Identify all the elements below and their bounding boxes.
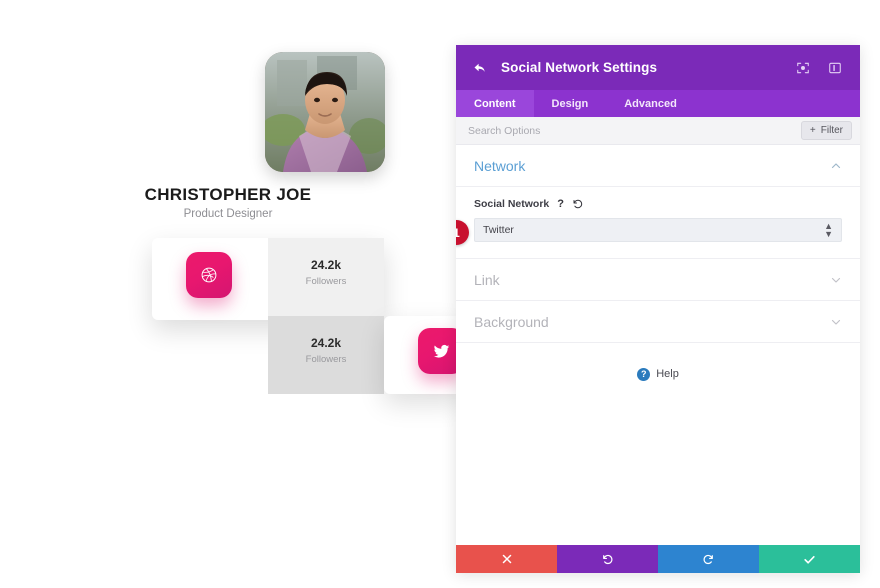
person-name: CHRISTOPHER JOE (144, 185, 312, 204)
plus-icon: + (809, 125, 816, 136)
question-circle-icon: ? (637, 367, 651, 381)
avatar (265, 52, 385, 172)
target-glyph (797, 62, 809, 73)
dribbble-icon-tile[interactable] (186, 252, 232, 298)
stat-number: 24.2k (310, 336, 342, 350)
tab-content[interactable]: Content (456, 90, 534, 117)
layout-toggle-glyph (829, 62, 841, 73)
twitter-icon (433, 344, 449, 358)
help-link[interactable]: ? Help (456, 343, 860, 405)
save-button[interactable] (759, 545, 860, 573)
section-title-background: Background (474, 313, 549, 330)
settings-panel: Social Network Settings Content Design A… (456, 45, 860, 573)
question-mark-icon[interactable]: ? (557, 198, 564, 210)
check-icon (804, 555, 815, 564)
section-header-background[interactable]: Background (456, 301, 860, 343)
stat-followers-top: 24.2k Followers (268, 258, 384, 287)
chevron-updown-icon: ▲ ▼ (824, 221, 833, 239)
dribbble-icon (201, 267, 217, 283)
chevron-down-icon (830, 274, 842, 286)
undo-reset-glyph (573, 199, 583, 209)
panel-body: Network Social Network ? Twitter ▲ ▼ 1 L… (456, 145, 860, 545)
help-label: Help (656, 368, 679, 380)
social-network-field: Social Network ? Twitter ▲ ▼ 1 (456, 187, 860, 259)
section-header-network[interactable]: Network (456, 145, 860, 187)
search-input[interactable] (466, 123, 726, 138)
undo-reset-icon[interactable] (572, 198, 584, 210)
chevron-down-glyph (831, 319, 841, 325)
stat-label: Followers (305, 276, 347, 287)
search-bar: + Filter (456, 117, 860, 145)
section-title-network: Network (474, 157, 526, 174)
back-arrow-glyph (474, 63, 485, 72)
redo-button[interactable] (658, 545, 759, 573)
panel-tabs: Content Design Advanced (456, 90, 860, 117)
tab-design[interactable]: Design (534, 90, 607, 117)
step-badge-1: 1 (456, 220, 469, 245)
layout-toggle-icon[interactable] (824, 57, 846, 79)
chevron-down-icon (830, 316, 842, 328)
section-title-link: Link (474, 271, 500, 288)
chevron-up-icon (830, 160, 842, 172)
redo-icon (703, 554, 713, 564)
panel-title: Social Network Settings (501, 60, 658, 75)
undo-icon (603, 554, 613, 564)
chevron-down-glyph (831, 277, 841, 283)
avatar-photo (265, 52, 385, 172)
social-network-label: Social Network (474, 198, 550, 210)
x-icon (502, 554, 511, 564)
module-preview-area: CHRISTOPHER JOE Product Designer 24.2k F… (0, 0, 464, 588)
tab-advanced[interactable]: Advanced (606, 90, 695, 117)
cancel-button[interactable] (456, 545, 557, 573)
chevron-up-glyph (831, 162, 841, 168)
person-role: Product Designer (183, 208, 273, 220)
field-label-row: Social Network ? (474, 198, 842, 210)
panel-footer (456, 545, 860, 573)
panel-header: Social Network Settings (456, 45, 860, 90)
filter-button-label: Filter (820, 125, 843, 136)
back-arrow-icon[interactable] (470, 58, 490, 78)
section-header-link[interactable]: Link (456, 259, 860, 301)
stat-number: 24.2k (310, 258, 342, 272)
stat-followers-bottom: 24.2k Followers (268, 336, 384, 365)
social-network-select[interactable]: Twitter ▲ ▼ (474, 218, 842, 242)
social-network-value: Twitter (483, 224, 514, 236)
undo-button[interactable] (557, 545, 658, 573)
filter-button[interactable]: + Filter (800, 121, 852, 140)
target-icon[interactable] (792, 57, 814, 79)
stat-label: Followers (305, 354, 347, 365)
screen-root: CHRISTOPHER JOE Product Designer 24.2k F… (0, 0, 880, 588)
